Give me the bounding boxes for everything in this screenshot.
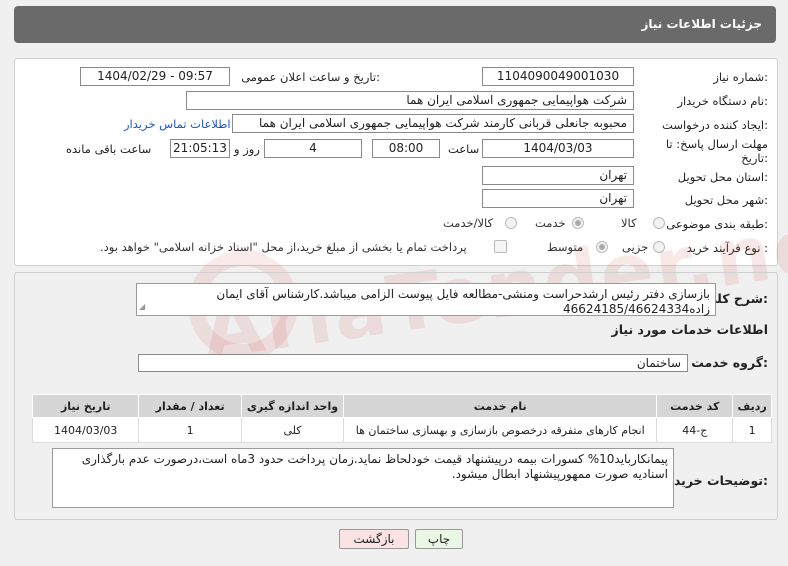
city-label: شهر محل تحویل: [684,193,768,207]
creator-field: محبوبه جانعلی قربانی کارمند شرکت هواپیما… [232,114,634,133]
buyer-org-field: شرکت هواپیمایی جمهوری اسلامی ایران هما [186,91,634,110]
col-quantity: تعداد / مقدار [138,394,242,418]
col-unit: واحد اندازه گیری [240,394,345,418]
services-table-header: ردیف کد خدمت نام خدمت واحد اندازه گیری ت… [31,394,772,418]
col-need-date: تاریخ نیاز [31,394,140,418]
announce-field: 1404/02/29 - 09:57 [80,67,230,86]
service-group-label: گروه خدمت: [691,355,768,370]
category-option-service: خدمت [535,216,566,230]
cell-unit: کلی [240,417,345,443]
page-title: جزئیات اطلاعات نیاز [641,17,762,31]
back-button[interactable]: بازگشت [339,529,409,549]
treasury-payment-text: پرداخت تمام یا بخشی از مبلغ خرید،از محل … [100,240,467,254]
deadline-label-line1: مهلت ارسال پاسخ: تا [665,137,768,151]
category-radio-goods-service[interactable] [505,217,517,229]
creator-label: ایجاد کننده درخواست: [662,118,768,132]
deadline-label: مهلت ارسال پاسخ: تا تاریخ: [666,137,768,165]
announce-label: تاریخ و ساعت اعلان عمومی: [241,70,380,84]
deadline-time-label: ساعت [448,142,480,156]
summary-text: بازسازی دفتر رئیس ارشدحراست ومنشی-مطالعه… [136,283,716,316]
cell-service-name: انجام کارهای متفرقه درخصوص بازسازی و بهس… [343,417,658,443]
province-field: تهران [482,166,634,185]
city-field: تهران [482,189,634,208]
summary-text-content: بازسازی دفتر رئیس ارشدحراست ومنشی-مطالعه… [216,287,710,316]
deadline-label-line2: تاریخ: [741,151,768,165]
cell-quantity: 1 [138,417,242,443]
buyer-notes-text: پیمانکارباید10% کسورات بیمه درپیشنهاد قی… [52,448,674,508]
days-label: روز و [234,142,260,156]
buyer-notes-label: توضیحات خریدار: [662,473,768,488]
col-service-name: نام خدمت [343,394,658,418]
service-group-field: ساختمان [138,354,688,372]
services-section-title: اطلاعات خدمات مورد نیاز [611,322,769,337]
province-label: استان محل تحویل: [677,170,768,184]
col-service-code: کد خدمت [656,394,734,418]
cell-service-code: ج-44 [656,417,734,443]
col-row: ردیف [732,394,772,418]
cell-row: 1 [732,417,772,443]
buyer-org-label: نام دستگاه خریدار: [677,94,768,108]
deadline-date-field: 1404/03/03 [482,139,634,158]
remaining-label: ساعت باقی مانده [66,142,152,156]
buyer-contact-link[interactable]: اطلاعات تماس خریدار [124,117,231,131]
days-field: 4 [264,139,362,158]
category-radio-service[interactable] [572,217,584,229]
remaining-time-field: 21:05:13 [170,139,230,158]
need-number-label: شماره نیاز: [713,70,768,84]
print-button[interactable]: چاپ [415,529,463,549]
cell-need-date: 1404/03/03 [31,417,140,443]
resize-grip-icon: ◢ [139,302,146,311]
services-table: ردیف کد خدمت نام خدمت واحد اندازه گیری ت… [31,394,772,443]
deadline-time-field: 08:00 [372,139,440,158]
need-number-field: 1104090049001030 [482,67,634,86]
page-header: جزئیات اطلاعات نیاز [14,6,776,43]
buyer-notes-content: پیمانکارباید10% کسورات بیمه درپیشنهاد قی… [81,452,668,481]
category-option-goods-service: کالا/خدمت [443,216,494,230]
table-row: 1 ج-44 انجام کارهای متفرقه درخصوص بازساز… [31,417,772,443]
